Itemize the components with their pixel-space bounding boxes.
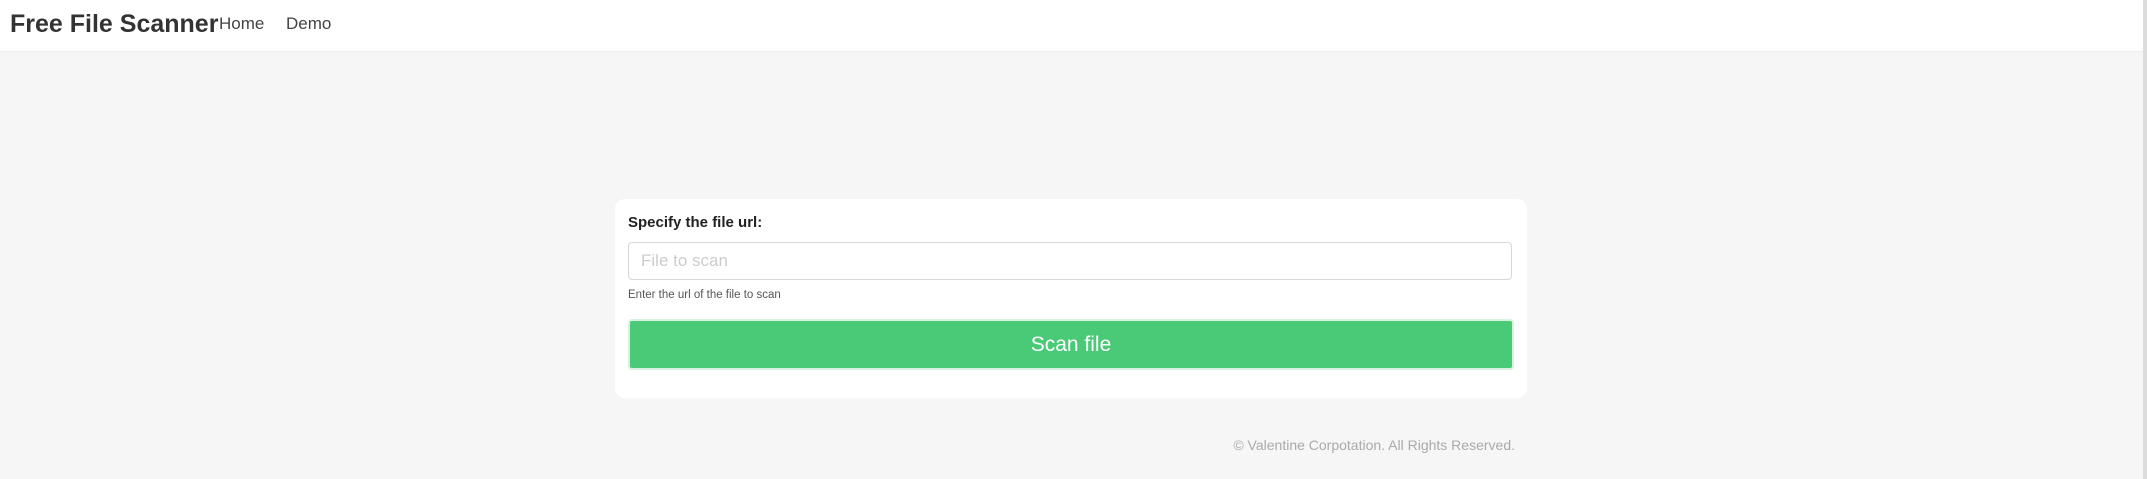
scan-file-button[interactable]: Scan file <box>628 319 1514 370</box>
file-url-input[interactable] <box>628 242 1512 280</box>
footer-copyright: © Valentine Corpotation. All Rights Rese… <box>1233 437 1515 453</box>
file-url-help-text: Enter the url of the file to scan <box>628 289 781 301</box>
nav-home-link[interactable]: Home <box>219 14 264 34</box>
scan-form-card: Specify the file url: Enter the url of t… <box>615 199 1527 398</box>
file-url-label: Specify the file url: <box>628 214 763 231</box>
nav-demo-link[interactable]: Demo <box>286 14 331 34</box>
brand-title[interactable]: Free File Scanner <box>10 10 218 39</box>
navbar: Free File Scanner Home Demo <box>0 0 2143 52</box>
scrollbar[interactable] <box>2143 0 2147 479</box>
